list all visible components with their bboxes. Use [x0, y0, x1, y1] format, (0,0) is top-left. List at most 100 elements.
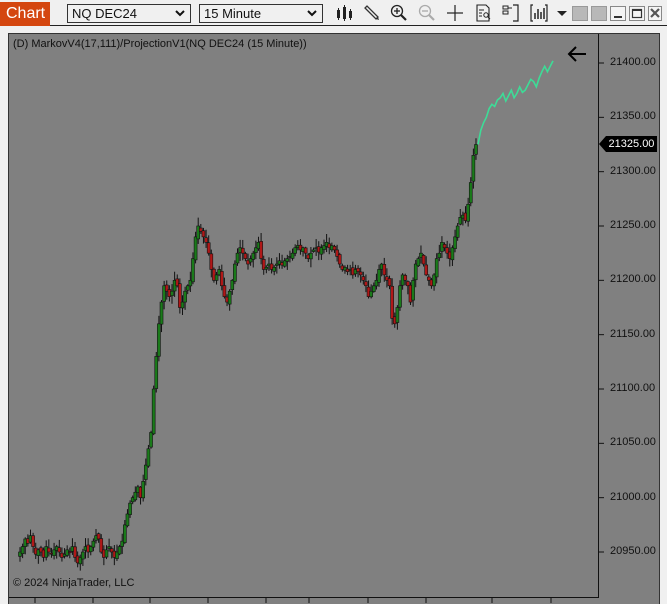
candle-body-down — [240, 247, 245, 254]
candle-body-up — [128, 502, 132, 515]
candle-body-down — [390, 285, 394, 319]
candle-body-down — [57, 547, 62, 553]
projection-line — [477, 60, 554, 145]
candle-body-up — [185, 285, 190, 291]
candle-body-up — [227, 290, 232, 305]
candle-body-up — [159, 301, 164, 325]
candle-body-up — [437, 252, 442, 259]
candle-body-down — [364, 281, 368, 287]
candle-body-up — [251, 252, 256, 260]
y-axis-tick-label: 21350.00 — [610, 110, 656, 123]
candle-body-down — [337, 254, 342, 265]
candle-body-down — [219, 271, 224, 287]
candle — [146, 444, 151, 468]
y-axis-tick-label: 20950.00 — [610, 545, 656, 557]
candle-body-down — [67, 551, 72, 554]
candle — [154, 351, 159, 393]
candle-body-up — [293, 247, 297, 254]
candle-body-down — [424, 264, 429, 276]
candle-body-up — [272, 266, 277, 272]
candle-body-down — [356, 267, 360, 272]
candle-body-down — [361, 276, 366, 281]
candle — [356, 265, 360, 278]
candle-body-up — [411, 280, 415, 301]
back-arrow-icon[interactable] — [566, 44, 588, 64]
candle-body-down — [204, 237, 208, 243]
candle-body-up — [133, 491, 138, 501]
candle-body-down — [222, 285, 227, 297]
y-axis-tick-label: 21400.00 — [610, 56, 656, 68]
candle-body-up — [290, 252, 295, 259]
candle-body-up — [309, 252, 313, 260]
candle-body-up — [230, 280, 235, 290]
candle — [251, 250, 256, 268]
y-axis-tick-label: 21150.00 — [610, 327, 656, 340]
candle-body-up — [413, 263, 418, 281]
candle-body-up — [151, 388, 156, 435]
price-axis[interactable] — [9, 34, 604, 603]
projection-series — [477, 60, 554, 145]
price-chart[interactable] — [0, 0, 667, 604]
candle-body-up — [474, 144, 478, 155]
candle-body-up — [143, 464, 148, 480]
candle-body-up — [453, 236, 457, 249]
candle-body-up — [191, 258, 195, 283]
candle-body-down — [303, 247, 308, 254]
y-axis-tick-label: 21250.00 — [610, 219, 656, 231]
candlestick-series — [18, 138, 478, 571]
candle-body-up — [471, 155, 476, 182]
candle-body-up — [180, 301, 185, 309]
candle — [227, 289, 232, 311]
candle-body-down — [387, 278, 392, 287]
current-price-marker: 21325.00 — [606, 136, 657, 152]
current-price-marker-notch — [599, 136, 606, 152]
candle-body-up — [416, 258, 421, 267]
candle-body-up — [107, 546, 111, 549]
candle-body-up — [123, 524, 127, 543]
candle-body-down — [47, 547, 51, 553]
candle — [65, 545, 69, 558]
window-edge — [660, 26, 667, 604]
candle-body-up — [398, 285, 402, 308]
candle-body-down — [421, 255, 426, 265]
candle-body-down — [403, 275, 408, 281]
candle-body-up — [285, 258, 290, 262]
candle-body-up — [154, 356, 159, 389]
y-axis-tick-label: 21100.00 — [610, 382, 656, 394]
candle-body-up — [20, 546, 25, 554]
candle-body-up — [157, 323, 161, 357]
candle-body-up — [371, 285, 376, 292]
candle-body-up — [395, 307, 400, 323]
candle-body-up — [146, 448, 151, 467]
candle-body-up — [193, 236, 198, 261]
candle-body-up — [377, 269, 381, 283]
candle-body-up — [264, 266, 269, 270]
candle-body-down — [243, 253, 248, 259]
copyright-text: © 2024 NinjaTrader, LLC — [13, 577, 135, 589]
candle-body-down — [332, 246, 337, 251]
y-axis-tick-label: 21000.00 — [610, 490, 656, 503]
candle-body-up — [450, 247, 455, 261]
candle-body-up — [104, 549, 109, 558]
candle-body-down — [382, 264, 387, 276]
candle-body-up — [311, 249, 316, 252]
candle-body-up — [183, 290, 187, 303]
candle-body-down — [201, 230, 206, 238]
candle-body-down — [96, 533, 101, 540]
candle — [337, 252, 342, 268]
candle — [298, 239, 303, 255]
indicator-label: (D) MarkovV4(17,111)/ProjectionV1(NQ DEC… — [13, 38, 307, 50]
candle-body-up — [468, 182, 473, 204]
y-axis-tick-label: 21300.00 — [610, 164, 656, 177]
chart-window: Chart NQ DEC24 15 Minute (D) MarkovV4(17… — [0, 0, 667, 604]
candle — [233, 260, 237, 285]
candle-body-up — [117, 546, 122, 555]
candle-body-up — [369, 290, 373, 298]
candle-body-down — [31, 535, 35, 547]
candle — [178, 278, 182, 314]
candle-body-down — [358, 271, 363, 276]
candle-body-down — [259, 241, 263, 259]
candle — [277, 253, 282, 269]
candle-body-up — [466, 203, 470, 222]
candle — [151, 385, 156, 436]
